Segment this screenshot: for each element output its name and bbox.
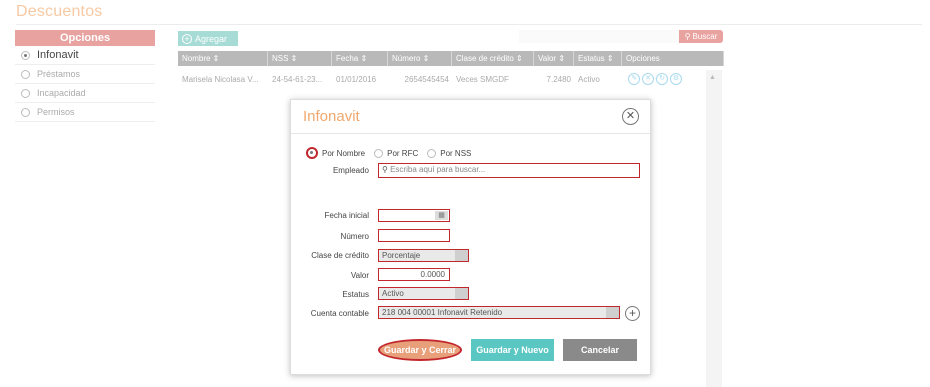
- numero-field[interactable]: [378, 229, 450, 242]
- radio-icon[interactable]: [374, 148, 384, 158]
- dialog-divider: [291, 133, 650, 134]
- valor-field[interactable]: 0.0000: [378, 268, 450, 281]
- plus-circle-icon: +: [182, 33, 192, 44]
- estatus-select[interactable]: Activo: [378, 287, 469, 300]
- cell-nombre: Marisela Nicolasa V...: [182, 74, 259, 84]
- add-account-icon[interactable]: +: [625, 306, 640, 321]
- sidebar-item-label: Incapacidad: [37, 88, 86, 98]
- empleado-placeholder: Escriba aquí para buscar...: [390, 165, 486, 174]
- sidebar-item-label: Infonavit: [37, 49, 79, 61]
- radio-icon[interactable]: [21, 50, 30, 60]
- cancel-button[interactable]: Cancelar: [563, 339, 637, 361]
- infonavit-dialog: Infonavit ✕ Por Nombre Por RFC Por NSS E…: [290, 99, 651, 375]
- table-header: Nombre ⇕ NSS ⇕ Fecha ⇕ Número ⇕ Clase de…: [178, 51, 724, 66]
- add-button-label: Agregar: [195, 33, 228, 44]
- sidebar-item-label: Permisos: [37, 107, 75, 117]
- option-label: Por RFC: [387, 148, 419, 158]
- column-header-clase[interactable]: Clase de crédito ⇕: [452, 51, 534, 66]
- label-clase-credito: Clase de crédito: [311, 251, 369, 260]
- table-row[interactable]: Marisela Nicolasa V... 24-54-61-23... 01…: [178, 72, 708, 86]
- column-header-nombre[interactable]: Nombre ⇕: [178, 51, 268, 66]
- sidebar-item-incapacidad[interactable]: Incapacidad: [15, 84, 155, 103]
- column-header-nss[interactable]: NSS ⇕: [268, 51, 332, 66]
- option-label: Por Nombre: [322, 148, 366, 158]
- calendar-icon[interactable]: ▦: [435, 211, 448, 220]
- row-actions: ✎ ✕ ↻ ⚙: [622, 73, 682, 85]
- search-icon: ⚲: [382, 165, 388, 174]
- option-por-nombre[interactable]: Por Nombre: [306, 147, 365, 159]
- label-valor: Valor: [350, 271, 369, 280]
- label-estatus: Estatus: [342, 290, 369, 299]
- table-scrollbar[interactable]: ▲: [706, 70, 722, 387]
- scroll-up-icon[interactable]: ▲: [709, 74, 716, 81]
- add-button[interactable]: + Agregar: [178, 31, 238, 46]
- sidebar-header: Opciones: [15, 30, 155, 46]
- sidebar-item-prestamos[interactable]: Préstamos: [15, 65, 155, 84]
- refresh-icon[interactable]: ↻: [656, 73, 668, 85]
- option-label: Por NSS: [440, 148, 472, 158]
- search-by-group: Por Nombre Por RFC Por NSS: [306, 147, 480, 159]
- search-icon: ⚲: [684, 32, 691, 41]
- cell-valor: 7.2480: [546, 74, 571, 84]
- page-title: Descuentos: [16, 3, 103, 20]
- chevron-down-icon: [455, 288, 468, 299]
- search-input[interactable]: [519, 30, 679, 43]
- save-and-close-button[interactable]: Guardar y Cerrar: [378, 339, 462, 361]
- label-cuenta-contable: Cuenta contable: [310, 309, 369, 318]
- search-button[interactable]: ⚲ Buscar: [679, 30, 723, 43]
- edit-icon[interactable]: ✎: [628, 73, 640, 85]
- sidebar-item-infonavit[interactable]: Infonavit: [15, 46, 155, 65]
- label-fecha-inicial: Fecha inicial: [324, 211, 369, 220]
- cell-numero: 2654545454: [404, 74, 450, 84]
- radio-icon[interactable]: [21, 88, 30, 98]
- label-empleado: Empleado: [332, 166, 369, 175]
- cell-nss: 24-54-61-23...: [272, 74, 323, 84]
- cell-clase: Veces SMGDF: [456, 74, 509, 84]
- radio-icon[interactable]: [21, 69, 30, 79]
- column-header-opciones: Opciones: [622, 51, 724, 66]
- sidebar-item-label: Préstamos: [37, 69, 81, 79]
- chevron-down-icon: [455, 250, 468, 261]
- options-sidebar: Opciones Infonavit Préstamos Incapacidad…: [15, 30, 155, 122]
- option-por-rfc[interactable]: Por RFC: [374, 148, 419, 158]
- search-button-label: Buscar: [692, 32, 718, 41]
- sidebar-item-permisos[interactable]: Permisos: [15, 103, 155, 122]
- title-divider: [16, 24, 922, 25]
- cuenta-contable-select[interactable]: 218 004 00001 Infonavit Retenido: [378, 306, 620, 319]
- close-icon[interactable]: ✕: [622, 108, 639, 125]
- delete-icon[interactable]: ✕: [642, 73, 654, 85]
- fecha-inicial-field[interactable]: ▦: [378, 209, 450, 222]
- column-header-valor[interactable]: Valor ⇕: [534, 51, 574, 66]
- column-header-numero[interactable]: Número ⇕: [388, 51, 452, 66]
- column-header-fecha[interactable]: Fecha ⇕: [332, 51, 388, 66]
- dialog-title: Infonavit: [303, 108, 360, 125]
- cell-estatus: Activo: [578, 74, 600, 84]
- empleado-search-field[interactable]: ⚲ Escriba aquí para buscar...: [378, 163, 640, 178]
- radio-icon[interactable]: [306, 147, 318, 159]
- radio-icon[interactable]: [427, 148, 437, 158]
- clase-credito-select[interactable]: Porcentaje: [378, 249, 469, 262]
- cell-fecha: 01/01/2016: [336, 74, 377, 84]
- radio-icon[interactable]: [21, 107, 30, 117]
- save-and-new-button[interactable]: Guardar y Nuevo: [471, 339, 554, 361]
- option-por-nss[interactable]: Por NSS: [427, 148, 472, 158]
- column-header-estatus[interactable]: Estatus ⇕: [574, 51, 622, 66]
- settings-icon[interactable]: ⚙: [670, 73, 682, 85]
- chevron-down-icon: [606, 307, 619, 318]
- label-numero: Número: [340, 232, 369, 241]
